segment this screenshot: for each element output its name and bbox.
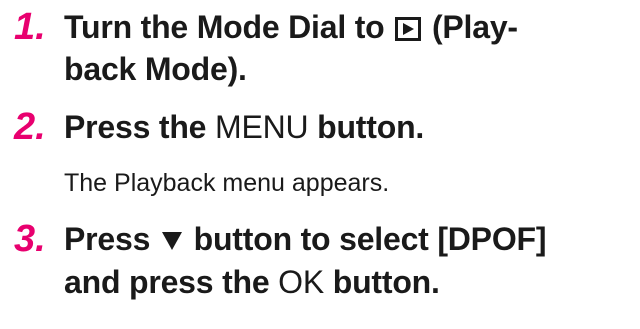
step-1: 1. Turn the Mode Dial to (Play- back Mod… <box>0 6 640 90</box>
step-3-text-prefix: Press <box>64 221 151 257</box>
step-3-text-suffix: button to select [DPOF] <box>193 221 547 257</box>
step-2-note: The Playback menu appears. <box>64 169 390 197</box>
down-triangle-icon <box>161 219 183 261</box>
step-3-text-line2-prefix: and press the <box>64 264 270 300</box>
step-3-text-line2-suffix: button. <box>332 264 440 300</box>
step-1-text-prefix: Turn the Mode Dial to <box>64 9 385 45</box>
step-1-text-suffix: (Play- <box>431 9 518 45</box>
step-1-number: 1. <box>14 6 46 48</box>
step-1-text-line2: back Mode). <box>64 51 247 87</box>
step-2-text: Press the MENU button. <box>64 106 632 148</box>
ok-label: OK <box>278 264 325 300</box>
step-2-text-suffix: button. <box>317 109 425 145</box>
menu-label: MENU <box>214 109 309 145</box>
step-3-text: Press button to select [DPOF] and press … <box>64 218 632 303</box>
step-2-text-prefix: Press the <box>64 109 207 145</box>
step-2: 2. Press the MENU button. <box>0 106 640 148</box>
step-3: 3. Press button to select [DPOF] and pre… <box>0 218 640 302</box>
step-3-number: 3. <box>14 218 46 260</box>
step-2-number: 2. <box>14 106 46 148</box>
step-1-text: Turn the Mode Dial to (Play- back Mode). <box>64 6 632 90</box>
playback-icon <box>395 17 422 41</box>
